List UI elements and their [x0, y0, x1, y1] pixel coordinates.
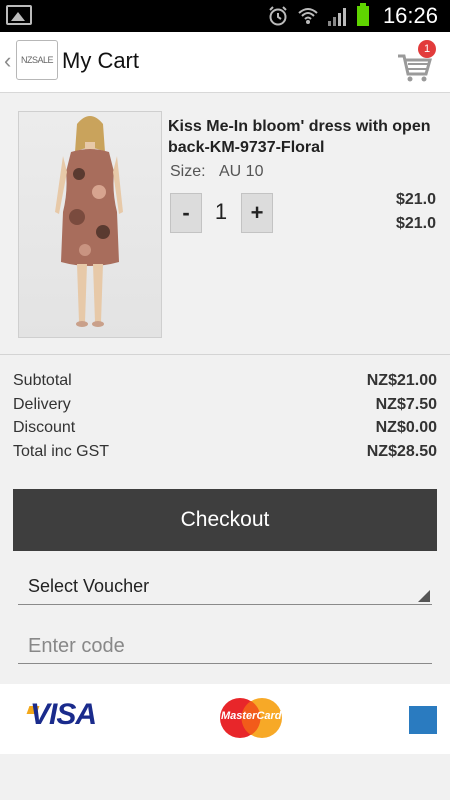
dropdown-arrow-icon: [418, 590, 430, 602]
totals-value: NZ$21.00: [366, 372, 437, 389]
mastercard-logo-text: MasterCard: [221, 710, 282, 722]
unit-price: $21.0: [395, 191, 436, 208]
alarm-icon: [269, 6, 287, 26]
app-bar: ‹ NZSALE My Cart 1: [0, 32, 450, 93]
totals-value: NZ$28.50: [366, 443, 437, 460]
payment-methods: VISA MasterCard: [0, 684, 450, 754]
product-title[interactable]: Kiss Me-In bloom' dress with open back-K…: [168, 116, 438, 158]
totals-label: Subtotal: [13, 372, 72, 389]
checkout-button[interactable]: Checkout: [13, 489, 437, 551]
size-value: AU 10: [219, 163, 264, 180]
battery-icon: [356, 3, 369, 26]
status-icons: 16:26: [267, 0, 438, 32]
signal-icon: [327, 8, 346, 26]
totals-row-subtotal: Subtotal NZ$21.00: [13, 372, 437, 390]
totals-value: NZ$0.00: [375, 419, 437, 436]
cart-button[interactable]: 1: [396, 40, 436, 84]
quantity-value: 1: [214, 199, 228, 224]
quantity-decrement-button[interactable]: -: [170, 193, 202, 233]
quantity-increment-button[interactable]: +: [241, 193, 273, 233]
dress-model-illustration: [55, 116, 123, 327]
voucher-code-input[interactable]: [18, 630, 432, 664]
visa-logo: VISA: [30, 698, 97, 731]
voucher-selected-value: Select Voucher: [28, 576, 150, 596]
totals-label: Total inc GST: [13, 443, 110, 460]
totals-row-delivery: Delivery NZ$7.50: [13, 396, 437, 414]
divider: [0, 354, 450, 355]
logo-text: NZSALE: [20, 55, 54, 65]
totals-label: Delivery: [13, 396, 71, 413]
status-time: 16:26: [382, 3, 438, 28]
totals-row-discount: Discount NZ$0.00: [13, 419, 437, 437]
amex-logo-icon: [409, 706, 437, 734]
status-bar: 16:26: [0, 0, 450, 32]
page-title: My Cart: [62, 48, 139, 73]
totals-value: NZ$7.50: [375, 396, 437, 413]
voucher-select[interactable]: Select Voucher: [18, 572, 432, 605]
size-label: Size:: [170, 163, 206, 180]
nzsale-logo[interactable]: NZSALE: [16, 40, 58, 80]
totals-label: Discount: [13, 419, 76, 436]
wifi-icon: [298, 8, 318, 24]
product-image[interactable]: [18, 111, 162, 338]
totals-row-total: Total inc GST NZ$28.50: [13, 443, 437, 461]
cart-count-badge: 1: [418, 40, 436, 58]
line-total: $21.0: [395, 215, 436, 232]
gallery-icon: [6, 5, 32, 25]
back-chevron-icon[interactable]: ‹: [4, 48, 11, 74]
